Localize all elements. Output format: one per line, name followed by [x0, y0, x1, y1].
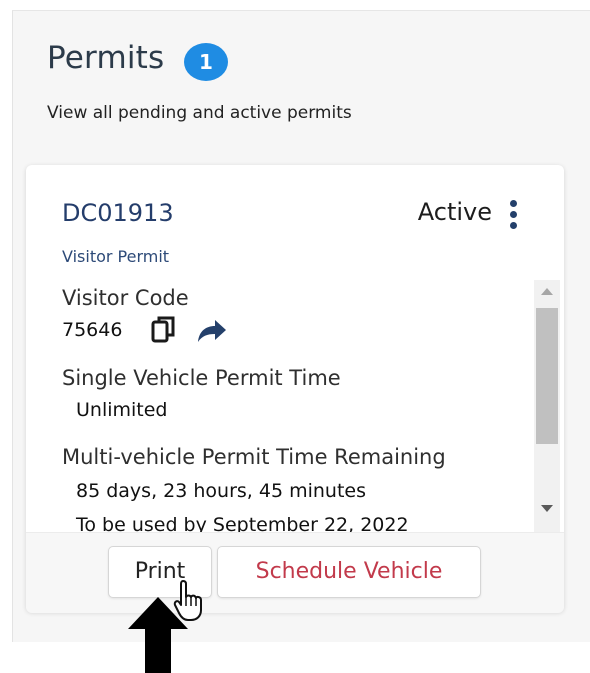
- multi-vehicle-label: Multi-vehicle Permit Time Remaining: [62, 445, 446, 469]
- scroll-up-icon[interactable]: [541, 288, 553, 295]
- permit-card: DC01913 Active Visitor Permit Visitor Co…: [26, 165, 564, 613]
- scroll-thumb[interactable]: [536, 308, 558, 444]
- share-icon[interactable]: [195, 317, 229, 345]
- more-vertical-icon[interactable]: [510, 200, 518, 230]
- permit-details-scroll[interactable]: Visitor Code 75646 Single Vehicle Permit…: [26, 277, 564, 532]
- permit-type: Visitor Permit: [62, 247, 170, 266]
- visitor-code-value: 75646: [62, 319, 123, 341]
- permit-status: Active: [417, 198, 492, 226]
- schedule-vehicle-button[interactable]: Schedule Vehicle: [217, 546, 481, 598]
- permit-count-badge: 1: [184, 43, 228, 81]
- details-scrollbar[interactable]: [534, 280, 560, 532]
- multi-vehicle-value: 85 days, 23 hours, 45 minutes: [76, 480, 366, 502]
- page-title: Permits: [47, 40, 165, 76]
- scroll-down-icon[interactable]: [541, 505, 553, 512]
- use-by-date: To be used by September 22, 2022: [76, 514, 409, 532]
- card-actions: Print Schedule Vehicle: [26, 532, 564, 613]
- permit-id[interactable]: DC01913: [62, 199, 174, 227]
- single-vehicle-label: Single Vehicle Permit Time: [62, 366, 341, 390]
- copy-icon[interactable]: [150, 315, 178, 345]
- page-subtitle: View all pending and active permits: [47, 103, 352, 123]
- single-vehicle-value: Unlimited: [76, 399, 168, 421]
- arrow-up-icon: [128, 597, 188, 673]
- visitor-code-label: Visitor Code: [62, 286, 189, 310]
